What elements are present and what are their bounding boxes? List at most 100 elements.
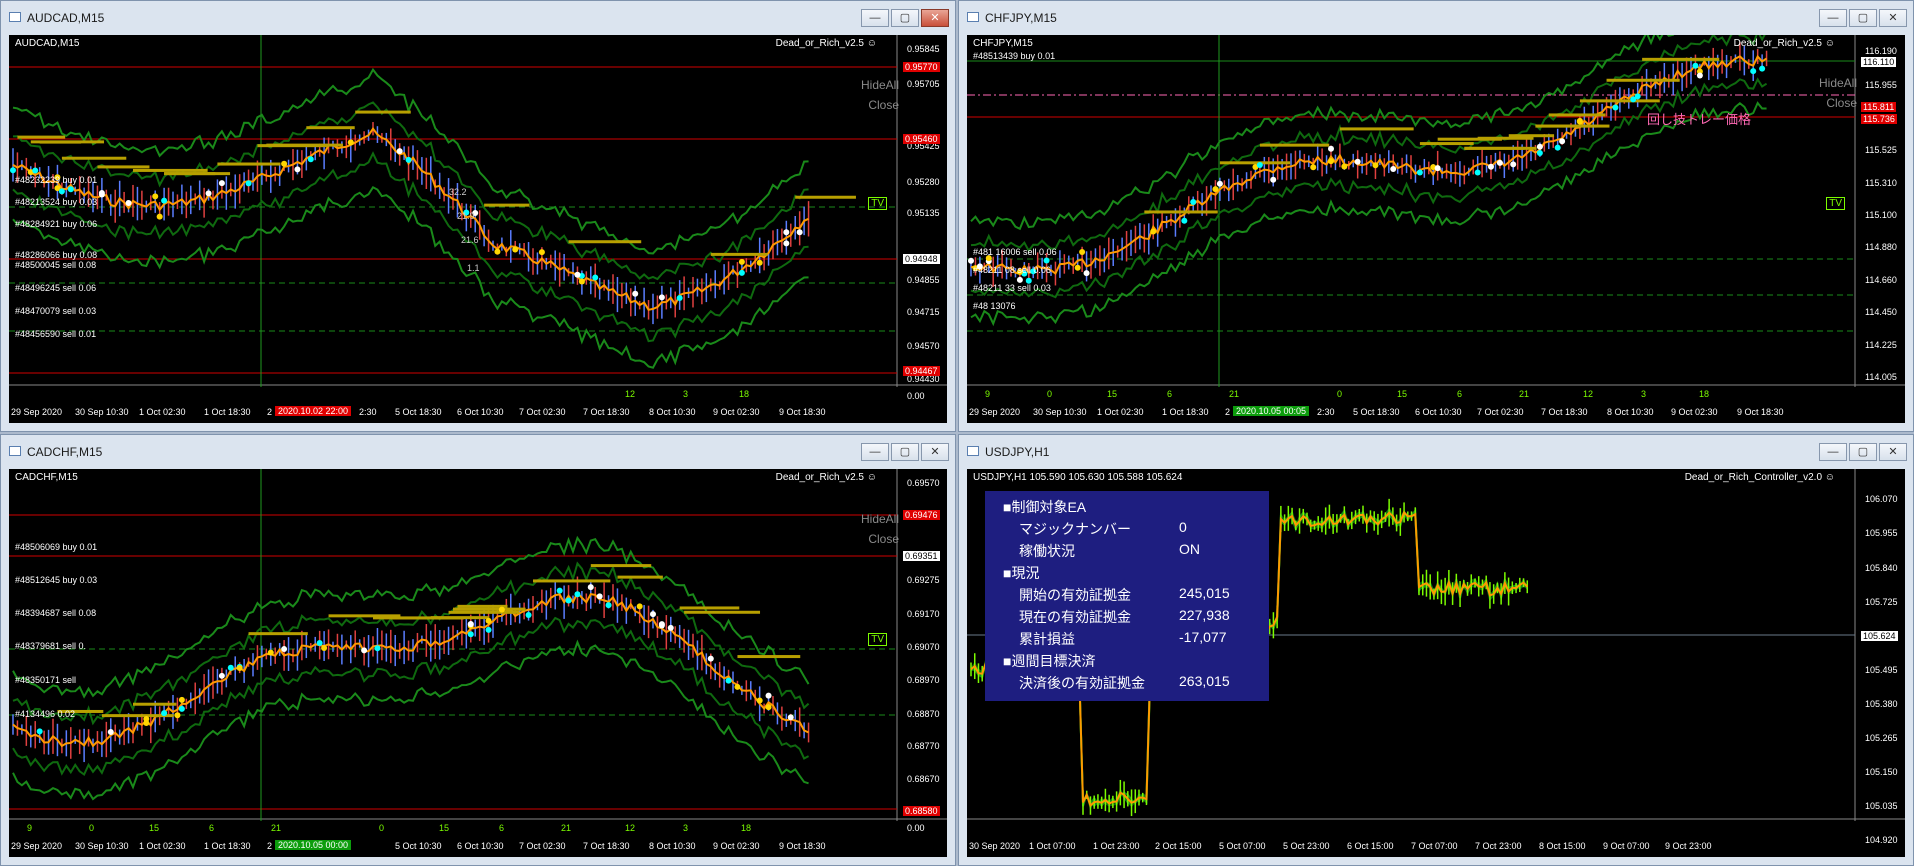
time-tick: 2 — [267, 407, 273, 417]
sub-axis-label: 6 — [1457, 389, 1463, 399]
chart-window-audcad[interactable]: AUDCAD,M15 — ▢ ✕ AUDCAD,M15 Dead_or_Rich… — [0, 0, 956, 432]
time-tick: 9 Oct 18:30 — [1737, 407, 1784, 417]
signal-marker — [1576, 118, 1583, 125]
price-chart — [9, 469, 947, 821]
signal-marker — [405, 156, 412, 163]
signal-marker — [494, 248, 501, 255]
time-tick: 9 Oct 18:30 — [779, 407, 826, 417]
chart-window-chfjpy[interactable]: CHFJPY,M15 — ▢ ✕ CHFJPY,M15 #48513439 bu… — [958, 0, 1914, 432]
maximize-button[interactable]: ▢ — [1849, 9, 1877, 27]
time-tick: 30 Sep 10:30 — [1033, 407, 1087, 417]
sub-axis-label: 0 — [89, 823, 95, 833]
signal-marker — [245, 180, 252, 187]
time-tick: 7 Oct 07:00 — [1411, 841, 1458, 851]
time-tick: 7 Oct 02:30 — [1477, 407, 1524, 417]
chart-area[interactable]: CADCHF,M15 Dead_or_Rich_v2.5 ☺ HideAll C… — [9, 469, 947, 857]
signal-marker — [592, 274, 599, 281]
swing-price-label: 回し技トレー価格 — [1647, 112, 1752, 127]
panel-value: 263,015 — [1179, 673, 1230, 689]
minimize-button[interactable]: — — [1819, 9, 1847, 27]
chart-window-usdjpy[interactable]: USDJPY,H1 — ▢ ✕ USDJPY,H1 105.590 105.63… — [958, 434, 1914, 866]
signal-marker — [1341, 163, 1348, 170]
minimize-button[interactable]: — — [861, 443, 889, 461]
hideall-button[interactable]: HideAll — [861, 75, 899, 95]
hideall-button[interactable]: HideAll — [861, 509, 899, 529]
close-orders-button[interactable]: Close — [1819, 93, 1857, 113]
tv-button[interactable]: TV — [868, 197, 887, 210]
close-button[interactable]: ✕ — [921, 443, 949, 461]
price-tick: 114.450 — [1865, 307, 1897, 317]
window-titlebar[interactable]: USDJPY,H1 — ▢ ✕ — [959, 435, 1913, 469]
time-tick: 5 Oct 23:00 — [1283, 841, 1330, 851]
time-tick: 6 Oct 15:00 — [1347, 841, 1394, 851]
maximize-button[interactable]: ▢ — [1849, 443, 1877, 461]
order-label: #48379681 sell 0. — [15, 641, 87, 651]
time-tick: 7 Oct 18:30 — [583, 841, 630, 851]
swing-level-bar — [453, 607, 526, 611]
signal-marker — [36, 728, 43, 735]
maximize-button[interactable]: ▢ — [891, 443, 919, 461]
symbol-label: AUDCAD,M15 — [15, 38, 80, 49]
signal-marker — [174, 712, 181, 719]
price-tick: 0.69275 — [907, 575, 940, 585]
price-marker: 0.95770 — [903, 62, 940, 72]
order-label: #48211 08 sell 0.06 — [973, 265, 1051, 275]
signal-marker — [1496, 159, 1503, 166]
time-tick: 29 Sep 2020 — [969, 407, 1021, 417]
signal-marker — [32, 167, 39, 174]
sub-axis-label: 18 — [739, 389, 750, 399]
signal-marker — [756, 697, 763, 704]
panel-value: 0 — [1179, 519, 1187, 535]
signal-marker — [205, 190, 212, 197]
chart-area[interactable]: CHFJPY,M15 #48513439 buy 0.01 Dead_or_Ri… — [967, 35, 1905, 423]
order-label: #48284921 buy 0.06 — [15, 219, 98, 229]
swing-level-bar — [1477, 136, 1534, 140]
signal-marker — [574, 591, 581, 598]
window-title: CADCHF,M15 — [27, 445, 103, 459]
price-tick: 115.310 — [1865, 178, 1897, 188]
current-price-marker: 116.110 — [1861, 57, 1897, 67]
signal-marker — [143, 715, 150, 722]
order-label: #4134496 0.02 — [15, 709, 76, 719]
signal-marker — [1536, 143, 1543, 150]
panel-label: 開始の有効証拠金 — [1019, 587, 1131, 603]
tv-button[interactable]: TV — [1826, 197, 1845, 210]
annotation: 21.6 — [461, 235, 479, 245]
window-titlebar[interactable]: AUDCAD,M15 — ▢ ✕ — [1, 1, 955, 35]
maximize-button[interactable]: ▢ — [891, 9, 919, 27]
time-tick: 2:30 — [359, 407, 377, 417]
signal-marker — [498, 606, 505, 613]
signal-marker — [587, 584, 594, 591]
sub-axis-label: 21 — [561, 823, 572, 833]
swing-level-bar — [97, 165, 150, 169]
close-button[interactable]: ✕ — [921, 9, 949, 27]
signal-marker — [485, 617, 492, 624]
swing-level-bar — [1144, 210, 1218, 214]
close-orders-button[interactable]: Close — [861, 529, 899, 549]
price-tick: 106.070 — [1865, 494, 1898, 504]
panel-label: 稼働状況 — [1019, 543, 1075, 559]
signal-marker — [787, 714, 794, 721]
chart-area[interactable]: AUDCAD,M15 Dead_or_Rich_v2.5 ☺ HideAll C… — [9, 35, 947, 423]
window-titlebar[interactable]: CHFJPY,M15 — ▢ ✕ — [959, 1, 1913, 35]
minimize-button[interactable]: — — [1819, 443, 1847, 461]
swing-level-bar — [568, 240, 642, 244]
hideall-button[interactable]: HideAll — [1819, 73, 1857, 93]
panel-value: ON — [1179, 541, 1200, 557]
chart-window-cadchf[interactable]: CADCHF,M15 — ▢ ✕ CADCHF,M15 Dead_or_Rich… — [0, 434, 956, 866]
close-button[interactable]: ✕ — [1879, 9, 1907, 27]
close-button[interactable]: ✕ — [1879, 443, 1907, 461]
time-tick: 8 Oct 10:30 — [649, 407, 696, 417]
tv-button[interactable]: TV — [868, 633, 887, 646]
window-titlebar[interactable]: CADCHF,M15 — ▢ ✕ — [1, 435, 955, 469]
close-orders-button[interactable]: Close — [861, 95, 899, 115]
signal-marker — [1083, 270, 1090, 277]
signal-marker — [556, 587, 563, 594]
order-label: #48470079 sell 0.03 — [15, 306, 97, 316]
signal-marker — [1181, 217, 1188, 224]
chart-area[interactable]: USDJPY,H1 105.590 105.630 105.588 105.62… — [967, 469, 1905, 857]
panel-heading: ■週間目標決済 — [1003, 653, 1096, 669]
time-tick: 30 Sep 10:30 — [75, 841, 129, 851]
minimize-button[interactable]: — — [861, 9, 889, 27]
control-labels: HideAll Close — [861, 509, 899, 549]
